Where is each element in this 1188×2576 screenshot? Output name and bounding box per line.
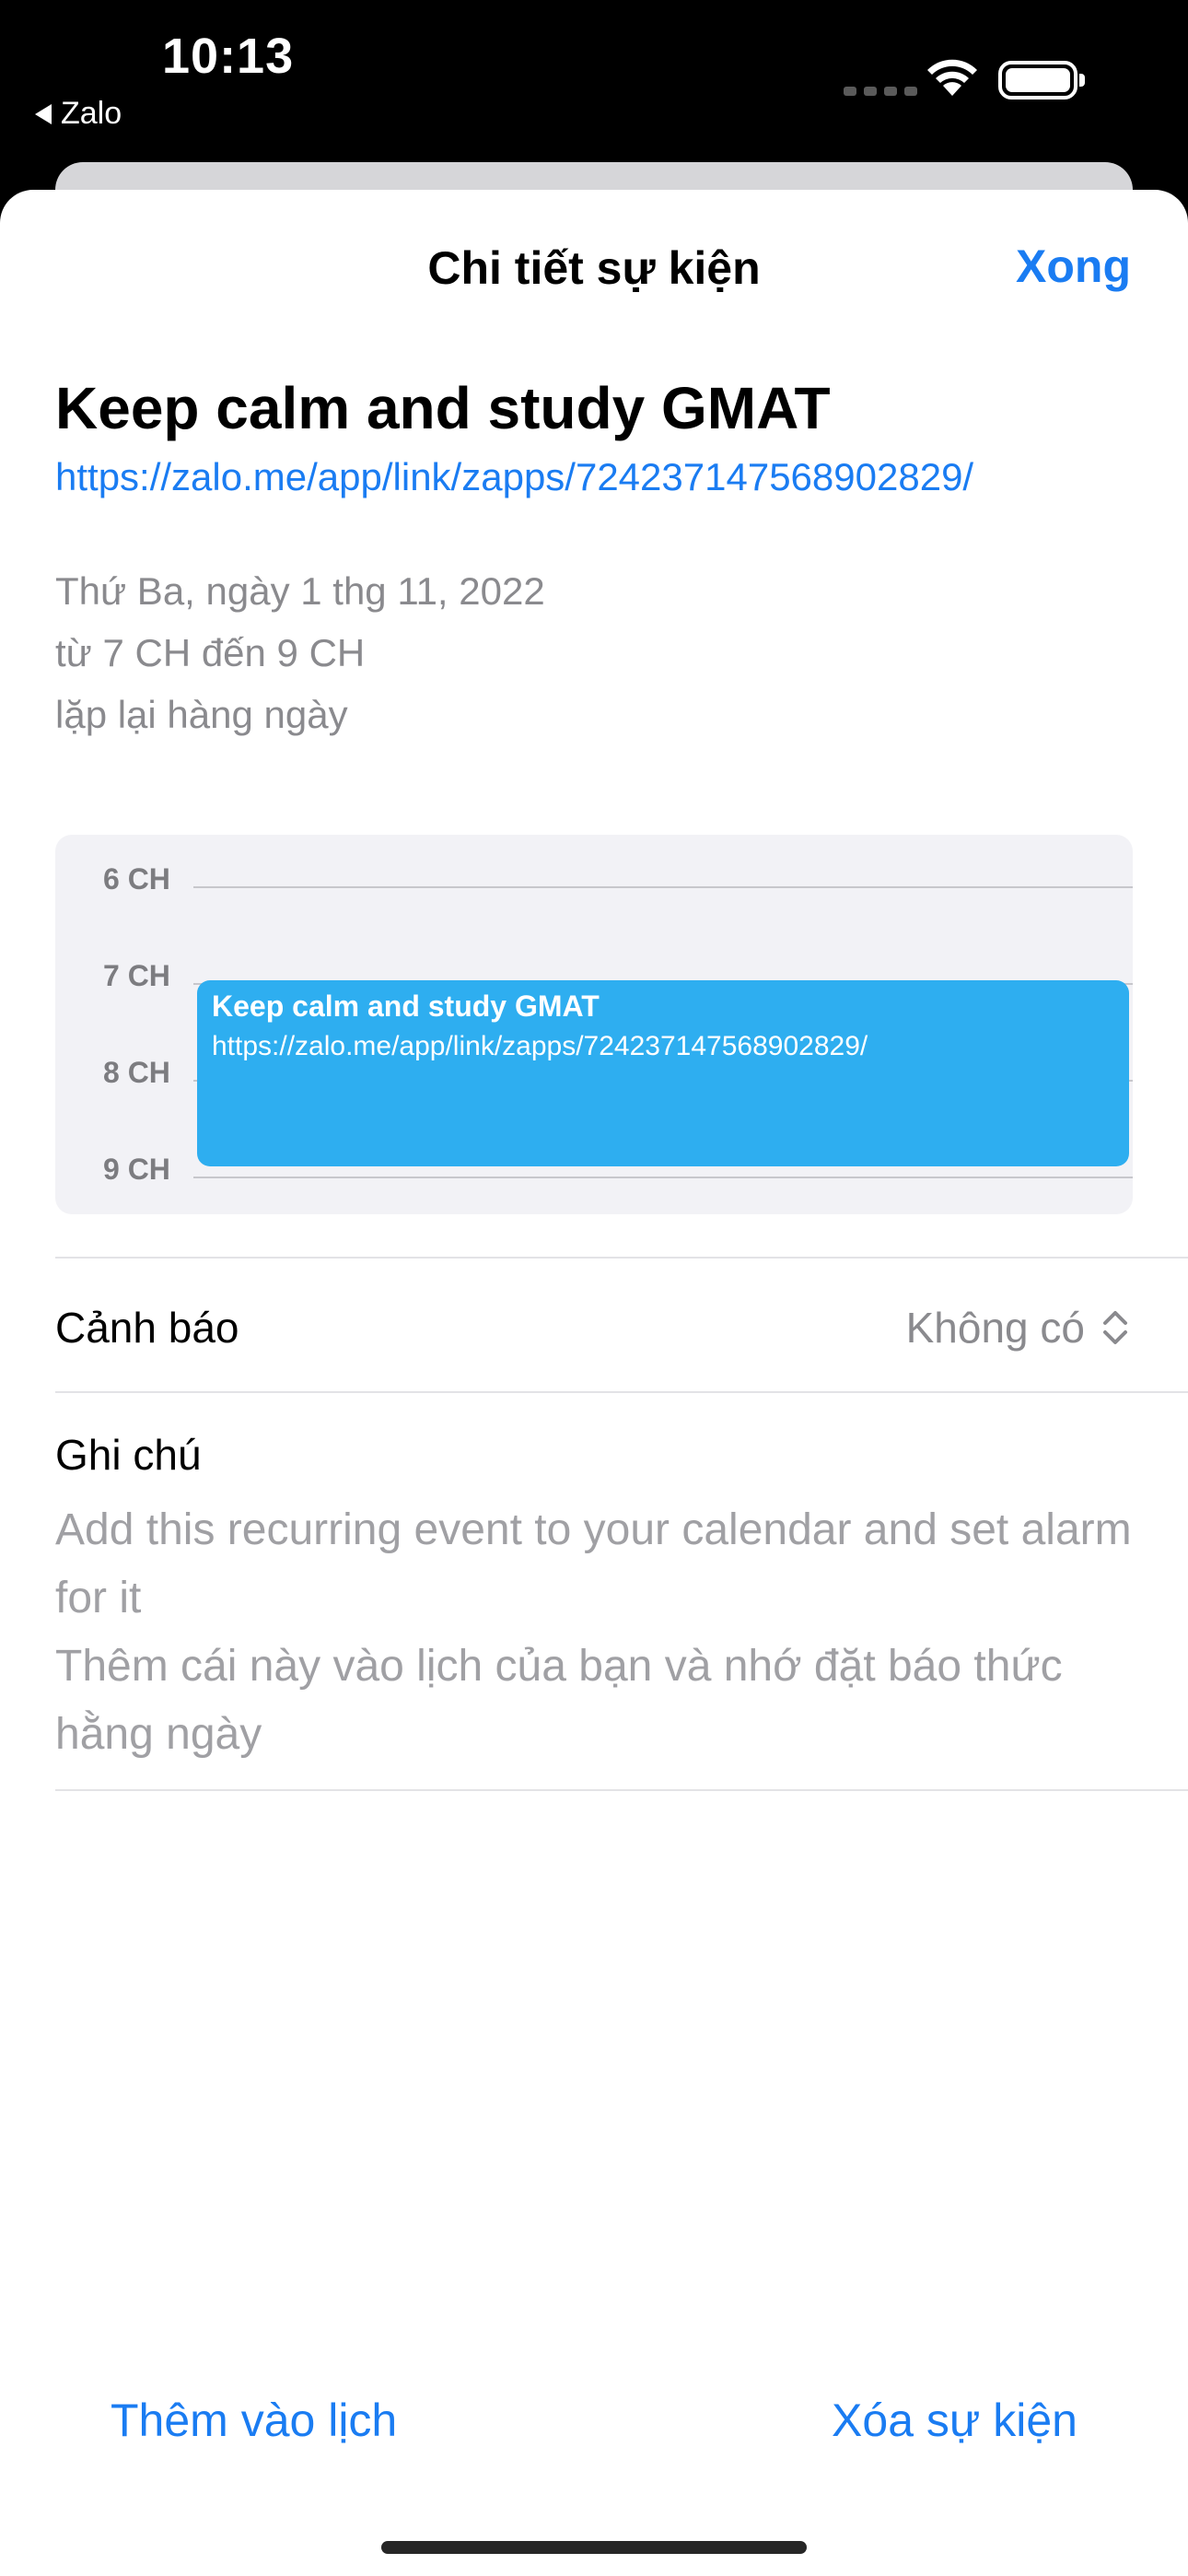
hour-label: 6 CH — [103, 862, 170, 896]
done-button[interactable]: Xong — [1016, 240, 1131, 293]
cellular-signal-icon — [844, 87, 917, 96]
hour-label: 9 CH — [103, 1153, 170, 1186]
page-title: Chi tiết sự kiện — [427, 242, 761, 294]
divider — [55, 1257, 1188, 1259]
hour-row: 6 CH — [55, 862, 1133, 918]
up-down-chevron-icon — [1103, 1311, 1127, 1344]
hour-gridline — [193, 886, 1133, 888]
back-arrow-icon — [35, 103, 52, 124]
event-block-url: https://zalo.me/app/link/zapps/724237147… — [212, 1031, 868, 1061]
event-repeat: lặp lại hàng ngày — [55, 693, 348, 736]
add-to-calendar-button[interactable]: Thêm vào lịch — [111, 2394, 397, 2447]
status-time: 10:13 — [162, 29, 295, 84]
alert-picker[interactable]: Không có — [906, 1303, 1129, 1352]
event-date: Thứ Ba, ngày 1 thg 11, 2022 — [55, 569, 545, 613]
hour-gridline — [193, 1177, 1133, 1178]
event-block-title: Keep calm and study GMAT — [212, 989, 600, 1023]
divider — [55, 1391, 1188, 1393]
back-to-app-link[interactable]: Zalo — [35, 96, 122, 132]
hour-label: 8 CH — [103, 1056, 170, 1089]
event-url-link[interactable]: https://zalo.me/app/link/zapps/724237147… — [55, 455, 973, 499]
alert-value: Không có — [905, 1304, 1085, 1352]
event-meta: Thứ Ba, ngày 1 thg 11, 2022 từ 7 CH đến … — [55, 560, 545, 745]
event-block[interactable]: Keep calm and study GMAT https://zalo.me… — [197, 980, 1129, 1166]
wifi-icon — [927, 59, 977, 96]
notes-text: Add this recurring event to your calenda… — [55, 1505, 1132, 1759]
notes-label: Ghi chú — [55, 1431, 202, 1479]
alert-label: Cảnh báo — [55, 1304, 239, 1352]
event-time-range: từ 7 CH đến 9 CH — [55, 631, 366, 674]
home-indicator[interactable] — [381, 2541, 807, 2554]
hour-label: 7 CH — [103, 959, 170, 992]
day-view-preview: 6 CH 7 CH 8 CH 9 CH Keep calm and study … — [55, 835, 1133, 1214]
delete-event-button[interactable]: Xóa sự kiện — [832, 2394, 1077, 2447]
event-detail-sheet: Chi tiết sự kiện Xong Keep calm and stud… — [0, 190, 1188, 2576]
battery-icon — [998, 61, 1085, 100]
divider — [55, 1789, 1188, 1791]
back-app-label: Zalo — [61, 96, 122, 131]
event-title: Keep calm and study GMAT — [55, 375, 831, 441]
